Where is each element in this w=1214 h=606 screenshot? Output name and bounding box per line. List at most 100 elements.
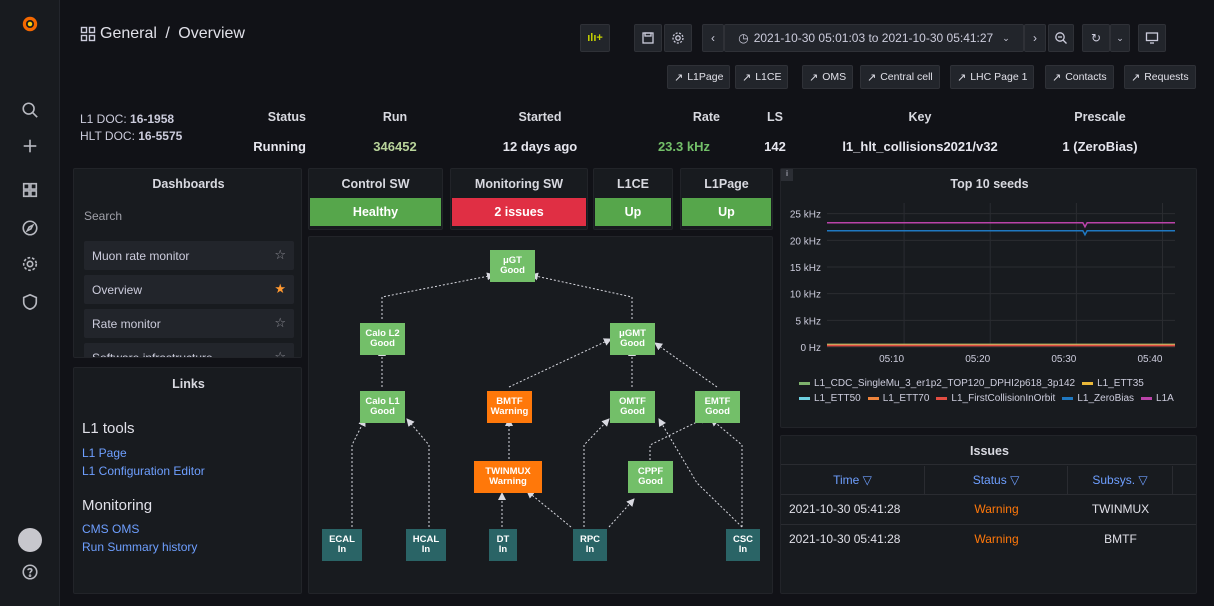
node-calol2[interactable]: Calo L2 Good: [360, 323, 405, 355]
link-button-5[interactable]: ↗ Contacts: [1045, 65, 1114, 89]
legend-item[interactable]: L1_CDC_SingleMu_3_er1p2_TOP120_DPHI2p618…: [799, 377, 1075, 390]
cell-status: Warning: [974, 502, 1019, 516]
external-link-icon: ↗: [742, 71, 752, 84]
link-button-label: LHC Page 1: [970, 71, 1028, 83]
ls-value: 142: [764, 139, 786, 154]
col-time-header[interactable]: Time ▽: [781, 466, 925, 494]
node-cppf[interactable]: CPPF Good: [628, 461, 673, 493]
filter-icon[interactable]: ▽: [863, 473, 872, 487]
node-state: Good: [500, 265, 525, 276]
node-state: Good: [620, 338, 645, 349]
node-state: Warning: [489, 476, 527, 487]
grafana-logo-icon[interactable]: [20, 14, 40, 34]
tv-mode-button[interactable]: [1138, 24, 1166, 52]
star-icon[interactable]: ☆: [274, 247, 286, 263]
run-summary-link[interactable]: Run Summary history: [82, 540, 197, 554]
run-value: 346452: [373, 139, 417, 154]
legend-item[interactable]: L1A: [1141, 392, 1174, 405]
settings-button[interactable]: [664, 24, 692, 52]
compass-icon[interactable]: [20, 218, 40, 238]
dashboard-item[interactable]: Rate monitor ☆: [84, 309, 294, 338]
system-title: L1CE: [617, 177, 649, 191]
add-panel-button[interactable]: ılı+: [580, 24, 610, 52]
node-csc[interactable]: CSC In: [726, 529, 760, 561]
node-twinmux[interactable]: TWINMUX Warning: [474, 461, 542, 493]
node-ugmt[interactable]: μGMT Good: [610, 323, 655, 355]
link-button-2[interactable]: ↗ OMS: [802, 65, 854, 89]
star-icon[interactable]: ★: [274, 281, 286, 297]
link-button-label: L1CE: [755, 71, 782, 83]
plus-icon[interactable]: [20, 136, 40, 156]
star-icon[interactable]: ☆: [274, 349, 286, 357]
dashboards-icon[interactable]: [20, 180, 40, 200]
l1-page-link[interactable]: L1 Page: [82, 446, 127, 460]
time-range-text: 2021-10-30 05:01:03 to 2021-10-30 05:41:…: [753, 31, 994, 45]
search-icon[interactable]: [20, 100, 40, 120]
time-back-button[interactable]: ‹: [702, 24, 724, 52]
filter-icon[interactable]: ▽: [1010, 473, 1019, 487]
time-picker[interactable]: ◷ 2021-10-30 05:01:03 to 2021-10-30 05:4…: [724, 24, 1024, 52]
monitoring-heading: Monitoring: [82, 497, 153, 514]
legend-item[interactable]: L1_ETT50: [799, 392, 861, 405]
dashboard-item[interactable]: Muon rate monitor ☆: [84, 241, 294, 270]
col-status-header[interactable]: Status ▽: [925, 466, 1068, 494]
time-forward-button[interactable]: ›: [1024, 24, 1046, 52]
node-rpc[interactable]: RPC In: [573, 529, 607, 561]
zoom-out-button[interactable]: [1048, 24, 1074, 52]
legend-item[interactable]: L1_ETT70: [867, 392, 929, 405]
legend-label: L1A: [1156, 393, 1174, 404]
cell-status: Warning: [974, 532, 1019, 546]
legend-swatch: [799, 382, 810, 385]
refresh-icon: ↻: [1090, 31, 1102, 45]
legend-item[interactable]: L1_ETT35: [1082, 377, 1144, 390]
x-tick-label: 05:30: [1051, 354, 1076, 365]
cms-oms-link[interactable]: CMS OMS: [82, 522, 139, 536]
filter-icon[interactable]: ▽: [1138, 473, 1147, 487]
hlt-doc-value: 16-5575: [138, 129, 183, 143]
node-ecal[interactable]: ECAL In: [322, 529, 362, 561]
save-button[interactable]: [634, 24, 662, 52]
breadcrumb-folder[interactable]: General: [100, 25, 157, 42]
prescale-value: 1 (ZeroBias): [1062, 139, 1138, 154]
refresh-button[interactable]: ↻: [1082, 24, 1110, 52]
link-button-label: Requests: [1144, 71, 1189, 83]
node-emtf[interactable]: EMTF Good: [695, 391, 740, 423]
node-calol1[interactable]: Calo L1 Good: [360, 391, 405, 423]
external-link-icon: ↗: [957, 71, 967, 84]
system-panel: L1CE Up: [593, 168, 673, 230]
breadcrumb-separator: /: [165, 25, 170, 42]
started-label: Started: [518, 110, 562, 124]
l1-config-editor-link[interactable]: L1 Configuration Editor: [82, 464, 205, 478]
avatar[interactable]: [18, 528, 42, 552]
node-omtf[interactable]: OMTF Good: [610, 391, 655, 423]
dashboard-item[interactable]: Overview ★: [84, 275, 294, 304]
hlt-doc: HLT DOC: 16-5575: [80, 129, 182, 143]
l1-doc-label: L1 DOC:: [80, 112, 127, 126]
col-subsys-label: Subsys.: [1092, 473, 1136, 487]
add-panel-icon: ılı+: [587, 32, 603, 44]
node-hcal[interactable]: HCAL In: [406, 529, 446, 561]
gear-icon[interactable]: [20, 254, 40, 274]
help-icon[interactable]: [20, 562, 40, 582]
link-button-3[interactable]: ↗ Central cell: [860, 65, 940, 89]
chart-plot[interactable]: 0 Hz 5 kHz 10 kHz 15 kHz 20 kHz 25 kHz 05:10 05…: [781, 197, 1198, 369]
star-icon[interactable]: ☆: [274, 315, 286, 331]
legend-item[interactable]: L1_FirstCollisionInOrbit: [936, 392, 1055, 405]
node-dt[interactable]: DT In: [489, 529, 517, 561]
link-button-4[interactable]: ↗ LHC Page 1: [950, 65, 1035, 89]
refresh-interval-dropdown[interactable]: ⌄: [1110, 24, 1130, 52]
l1-doc: L1 DOC: 16-1958: [80, 112, 174, 126]
panel-title: Dashboards: [152, 177, 225, 191]
clock-icon: ◷: [738, 31, 749, 45]
node-bmtf[interactable]: BMTF Warning: [487, 391, 532, 423]
shield-icon[interactable]: [20, 292, 40, 312]
link-button-6[interactable]: ↗ Requests: [1124, 65, 1196, 89]
dashboard-search[interactable]: Search: [84, 209, 122, 223]
link-button-0[interactable]: ↗ L1Page: [667, 65, 731, 89]
legend-item[interactable]: L1_ZeroBias: [1062, 392, 1134, 405]
node-ugt[interactable]: μGT Good: [490, 250, 535, 282]
col-subsys-header[interactable]: Subsys. ▽: [1068, 466, 1173, 494]
legend-label: L1_ZeroBias: [1077, 393, 1135, 404]
dashboard-item[interactable]: Software infrastructure ☆: [84, 343, 294, 357]
link-button-1[interactable]: ↗ L1CE: [735, 65, 789, 89]
